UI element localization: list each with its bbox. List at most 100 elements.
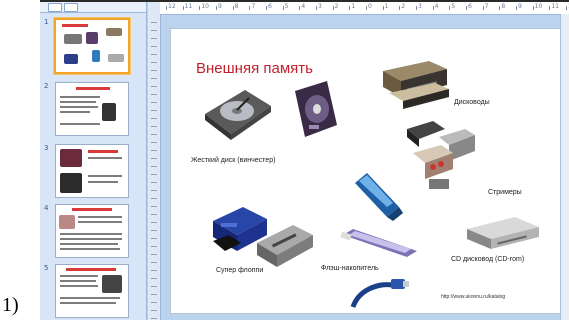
ruler-number: 9 [518,3,522,10]
mini-text-line [60,248,120,250]
mini-text-line [60,101,96,103]
ruler-tick [151,166,157,167]
ruler-tick [151,182,157,183]
usb-cable-image [350,279,409,308]
mini-text-line [60,238,122,240]
ruler-number: 11 [551,3,559,10]
ruler-number: 9 [218,3,222,10]
mini-text-line [60,233,122,235]
ruler-tick [566,6,567,10]
vertical-scrollbar[interactable] [560,14,569,320]
slide-thumbnail[interactable] [55,144,129,198]
mini-text-line [60,280,96,282]
caption-hard-disk: Жесткий диск (винчестер) [191,157,276,164]
mini-drive-image [106,28,122,36]
slide-thumbnail-row[interactable]: 2 [40,82,146,140]
mini-text-line [60,123,100,125]
ruler-number: 7 [251,3,256,10]
ruler-number: 6 [468,3,472,10]
ruler-tick [266,6,267,10]
slide-thumbnail-row[interactable]: 4 [40,204,146,262]
ruler-tick [151,118,157,119]
mini-text-line [60,285,98,287]
horizontal-ruler: 1211109876543210123456789101112 [160,2,569,15]
slide-thumbnail-selected[interactable] [54,18,130,74]
outline-tab[interactable] [64,3,78,12]
slide-thumbnail-row[interactable]: 5 [40,264,146,320]
ruler-number: 5 [451,3,456,10]
ruler-tick [151,270,157,271]
slide-number: 2 [44,82,49,90]
ruler-tick [366,6,367,10]
slide-thumbnail[interactable] [55,264,129,318]
external-drive-image [295,81,337,137]
slide-canvas[interactable]: Внешняя память Жесткий диск (винчестер) [170,28,562,314]
ruler-tick [349,6,351,10]
mini-text-line [60,106,98,108]
ruler-number: 12 [168,3,176,10]
ruler-number: 8 [501,3,506,10]
slide-thumbnail-row[interactable]: 1 [40,18,146,76]
ruler-number: 5 [284,3,289,10]
ruler-tick [199,6,201,10]
ruler-tick [151,278,157,279]
ruler-tick [549,6,551,10]
ruler-tick [151,38,157,39]
ruler-tick [151,54,157,55]
mini-text-line [60,96,100,98]
ruler-tick [432,6,434,10]
slide-title[interactable]: Внешняя память [196,60,313,77]
ruler-tick [532,6,534,10]
ruler-tick [151,142,157,143]
caption-streamers: Стримеры [488,189,522,196]
ruler-number: 4 [434,3,439,10]
ruler-number: 3 [418,3,422,10]
ruler-number: 10 [201,3,209,10]
ruler-tick [299,6,301,10]
ruler-tick [216,6,217,10]
slide-thumbnail[interactable] [55,82,129,136]
ruler-tick [151,206,157,207]
slide-thumbnail[interactable] [55,204,129,258]
ruler-tick [151,150,157,151]
mini-text-line [88,181,118,183]
slide-number: 3 [44,144,49,152]
ruler-tick [249,6,251,10]
powerpoint-window: 1 2 3 4 5 12 11 10 9 8 7 6 5 4 3 2 1 0 1… [40,0,569,320]
slides-tab[interactable] [48,3,62,12]
caption-drives: Дисководы [454,99,490,106]
ruler-number: 10 [534,3,543,10]
mini-flash-image [92,50,100,62]
slide-number: 5 [44,264,49,272]
mini-title-bar [76,87,110,90]
disk-drives-image [383,61,449,109]
mini-floppy-image [64,54,78,64]
ruler-tick [151,174,157,175]
ruler-tick [151,190,157,191]
ruler-number: 2 [334,3,339,10]
caption-super-floppy: Супер флоппи [216,267,264,274]
ruler-tick [151,286,157,287]
mini-text-line [60,302,116,304]
caption-flash: Флэш-накопитель [321,265,379,272]
ruler-number: 1 [384,3,389,10]
ruler-tick [151,262,157,263]
mini-text-line [60,111,90,113]
mini-text-line [78,221,122,223]
ruler-tick [151,158,157,159]
usb-stick-image [340,229,417,257]
ruler-tick [316,6,317,10]
mini-title-bar [66,268,116,271]
ruler-tick [151,22,157,23]
ruler-tick [151,230,157,231]
ruler-tick [151,246,157,247]
ruler-tick [151,46,157,47]
ruler-tick [151,134,157,135]
slide-thumbnail-row[interactable]: 3 [40,144,146,202]
ruler-number: 11 [184,3,193,10]
ruler-tick [382,6,384,10]
mini-text-line [88,157,122,159]
source-url: http://www.ukonnu.ru/katalog [441,294,506,300]
ruler-number: 2 [401,3,406,10]
slides-panel-header [40,2,146,13]
